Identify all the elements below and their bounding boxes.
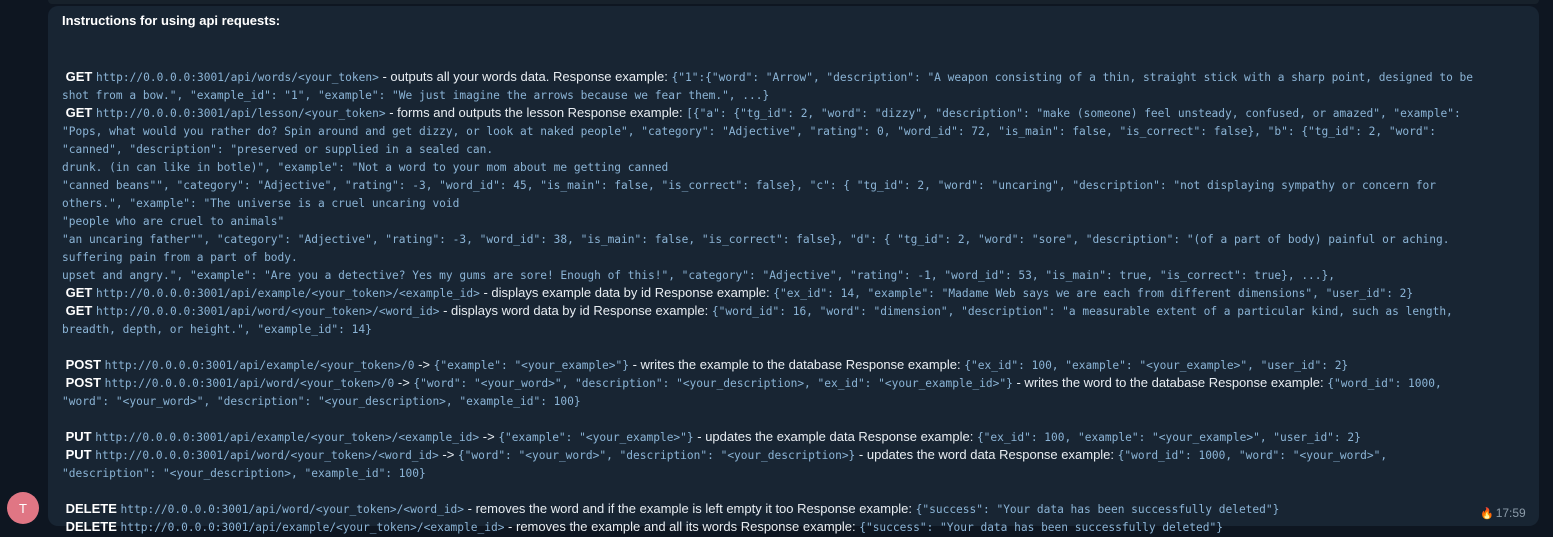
message-text: GET http://0.0.0.0:3001/api/words/<your_…	[62, 50, 1527, 536]
http-method: GET	[62, 285, 96, 300]
http-method: GET	[62, 303, 96, 318]
code-span[interactable]: {"ex_id": 100, "example": "<your_example…	[977, 431, 1361, 444]
code-span[interactable]: {"word_id": 16, "word": "dimension", "de…	[712, 305, 1453, 318]
code-span[interactable]: http://0.0.0.0:3001/api/word/<your_token…	[95, 449, 439, 462]
plain-text: - displays word data by id Response exam…	[439, 303, 712, 318]
http-method: DELETE	[62, 519, 121, 534]
message-title: Instructions for using api requests:	[62, 13, 281, 28]
message-line: "canned", "description": "preserved or s…	[62, 140, 1527, 158]
message-line: "people who are cruel to animals"	[62, 212, 1527, 230]
code-span[interactable]: {"success": "Your data has been successf…	[916, 503, 1280, 516]
code-span[interactable]: {"ex_id": 100, "example": "<your_example…	[964, 359, 1348, 372]
code-span[interactable]: {"word_id": 1000, "word": "<your_word>",	[1118, 449, 1387, 462]
plain-text: ->	[414, 357, 434, 372]
code-span[interactable]: drunk. (in can like in botle)", "example…	[62, 161, 668, 174]
message-line: PUT http://0.0.0.0:3001/api/word/<your_t…	[62, 446, 1527, 464]
avatar[interactable]: T	[7, 492, 39, 524]
message-line: upset and angry.", "example": "Are you a…	[62, 266, 1527, 284]
code-span[interactable]: http://0.0.0.0:3001/api/word/<your_token…	[105, 377, 395, 390]
code-span[interactable]: "canned beans"", "category": "Adjective"…	[62, 179, 1436, 192]
code-span[interactable]: http://0.0.0.0:3001/api/example/<your_to…	[105, 359, 415, 372]
http-method: PUT	[62, 429, 96, 444]
message-line: DELETE http://0.0.0.0:3001/api/word/<you…	[62, 500, 1527, 518]
message-meta: 🔥 17:59	[1480, 506, 1526, 520]
code-span[interactable]: "word": "<your_word>", "description": "<…	[62, 395, 581, 408]
code-span[interactable]: http://0.0.0.0:3001/api/words/<your_toke…	[96, 71, 379, 84]
message-line: "word": "<your_word>", "description": "<…	[62, 392, 1527, 410]
message-line: GET http://0.0.0.0:3001/api/lesson/<your…	[62, 104, 1527, 122]
code-span[interactable]: "canned", "description": "preserved or s…	[62, 143, 493, 156]
http-method: PUT	[62, 447, 96, 462]
message-line: "Pops, what would you rather do? Spin ar…	[62, 122, 1527, 140]
message-line: GET http://0.0.0.0:3001/api/example/<you…	[62, 284, 1527, 302]
previous-message-edge	[48, 0, 1539, 4]
message-line: drunk. (in can like in botle)", "example…	[62, 158, 1527, 176]
code-span[interactable]: "description": "<your_description>, "exa…	[62, 467, 426, 480]
plain-text: - outputs all your words data. Response …	[378, 69, 672, 84]
http-method: DELETE	[62, 501, 121, 516]
message-line: "description": "<your_description>, "exa…	[62, 464, 1527, 482]
http-method: POST	[62, 357, 105, 372]
http-method: GET	[62, 69, 96, 84]
code-span[interactable]: shot from a bow.", "example_id": "1", "e…	[62, 89, 769, 102]
code-span[interactable]: others.", "example": "The universe is a …	[62, 197, 459, 210]
plain-text: - writes the word to the database Respon…	[1012, 375, 1328, 390]
code-span[interactable]: {"ex_id": 14, "example": "Madame Web say…	[773, 287, 1413, 300]
plain-text: - updates the word data Response example…	[855, 447, 1118, 462]
code-span[interactable]: {"word_id": 1000,	[1327, 377, 1442, 390]
message-line: shot from a bow.", "example_id": "1", "e…	[62, 86, 1527, 104]
plain-text: ->	[479, 429, 499, 444]
code-span[interactable]: http://0.0.0.0:3001/api/example/<your_to…	[95, 431, 479, 444]
http-method: GET	[62, 105, 96, 120]
message-line: GET http://0.0.0.0:3001/api/word/<your_t…	[62, 302, 1527, 320]
code-span[interactable]: http://0.0.0.0:3001/api/lesson/<your_tok…	[96, 107, 386, 120]
message-line: others.", "example": "The universe is a …	[62, 194, 1527, 212]
code-span[interactable]: upset and angry.", "example": "Are you a…	[62, 269, 1335, 282]
code-span[interactable]: {"1":{"word": "Arrow", "description": "A…	[672, 71, 1474, 84]
code-span[interactable]: http://0.0.0.0:3001/api/word/<your_token…	[96, 305, 440, 318]
code-span[interactable]: http://0.0.0.0:3001/api/example/<your_to…	[96, 287, 480, 300]
plain-text: - writes the example to the database Res…	[628, 357, 965, 372]
message-line: "an uncaring father"", "category": "Adje…	[62, 230, 1527, 248]
plain-text: - updates the example data Response exam…	[693, 429, 977, 444]
message-line: DELETE http://0.0.0.0:3001/api/example/<…	[62, 518, 1527, 536]
message-line: breadth, depth, or height.", "example_id…	[62, 320, 1527, 338]
plain-text: - displays example data by id Response e…	[479, 285, 774, 300]
message-line: POST http://0.0.0.0:3001/api/example/<yo…	[62, 356, 1527, 374]
message-line: "canned beans"", "category": "Adjective"…	[62, 176, 1527, 194]
code-span[interactable]: suffering pain from a part of body.	[62, 251, 298, 264]
code-span[interactable]: http://0.0.0.0:3001/api/example/<your_to…	[121, 521, 505, 534]
code-span[interactable]: {"word": "<your_word>", "description": "…	[458, 449, 855, 462]
code-span[interactable]: {"example": "<your_example>"}	[434, 359, 629, 372]
fire-reaction-icon[interactable]: 🔥	[1480, 507, 1494, 520]
code-span[interactable]: {"example": "<your_example>"}	[498, 431, 693, 444]
message-time: 17:59	[1495, 506, 1526, 520]
code-span[interactable]: "people who are cruel to animals"	[62, 215, 284, 228]
message-line: PUT http://0.0.0.0:3001/api/example/<you…	[62, 428, 1527, 446]
message-line: suffering pain from a part of body.	[62, 248, 1527, 266]
code-span[interactable]: {"word": "<your_word>", "description": "…	[413, 377, 1012, 390]
code-span[interactable]: [{"a": {"tg_id": 2, "word": "dizzy", "de…	[686, 107, 1461, 120]
plain-text: ->	[438, 447, 458, 462]
code-span[interactable]: http://0.0.0.0:3001/api/word/<your_token…	[121, 503, 465, 516]
http-method: POST	[62, 375, 105, 390]
message-line: POST http://0.0.0.0:3001/api/word/<your_…	[62, 374, 1527, 392]
code-span[interactable]: {"success": "Your data has been successf…	[859, 521, 1223, 534]
code-span[interactable]: "Pops, what would you rather do? Spin ar…	[62, 125, 1436, 138]
avatar-initial: T	[19, 500, 27, 516]
plain-text: - removes the example and all its words …	[504, 519, 860, 534]
code-span[interactable]: breadth, depth, or height.", "example_id…	[62, 323, 372, 336]
plain-text: - forms and outputs the lesson Response …	[385, 105, 687, 120]
plain-text: ->	[394, 375, 414, 390]
plain-text: - removes the word and if the example is…	[464, 501, 916, 516]
code-span[interactable]: "an uncaring father"", "category": "Adje…	[62, 233, 1450, 246]
message-line: GET http://0.0.0.0:3001/api/words/<your_…	[62, 68, 1527, 86]
